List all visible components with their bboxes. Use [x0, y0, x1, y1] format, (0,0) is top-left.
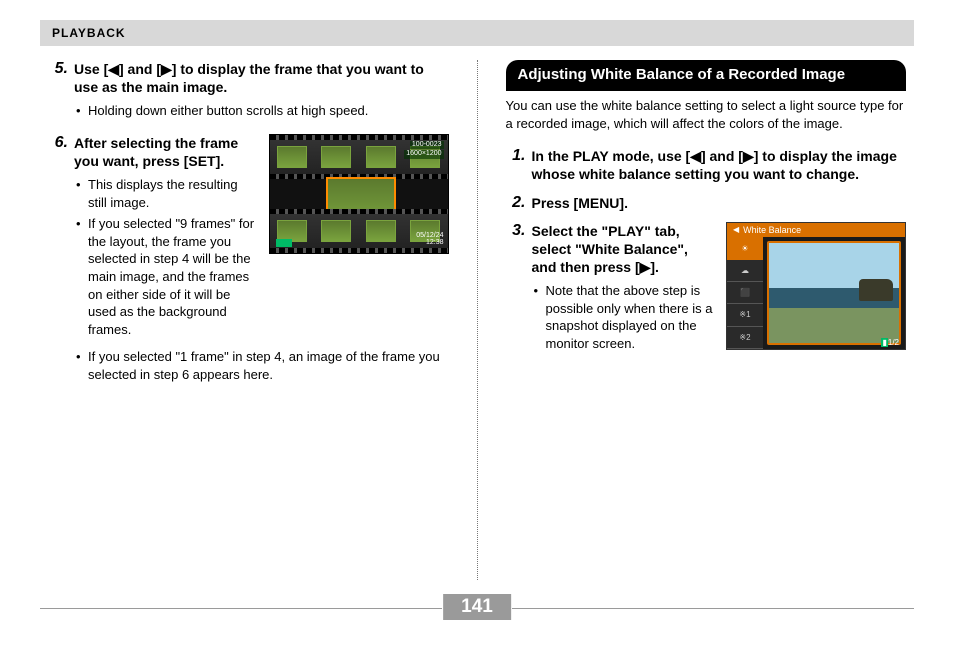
wb-titlebar: ◀ White Balance: [727, 223, 905, 237]
wb-title-text: White Balance: [743, 225, 801, 235]
bullet: Holding down either button scrolls at hi…: [74, 102, 449, 120]
step-number: 3.: [506, 222, 526, 357]
wb-item-sun-icon: ☀: [727, 237, 763, 260]
step-5-lead: Use [◀] and [▶] to display the frame tha…: [74, 60, 449, 96]
step-6: 6. After selecting the frame you want, p…: [48, 134, 449, 387]
step-3-bullets: Note that the above step is possible onl…: [532, 282, 715, 352]
thumb: [366, 146, 396, 168]
right-column: Adjusting White Balance of a Recorded Im…: [478, 60, 915, 580]
page-number-bar: 141: [40, 594, 914, 622]
left-column: 5. Use [◀] and [▶] to display the frame …: [40, 60, 478, 580]
section-title: Adjusting White Balance of a Recorded Im…: [506, 60, 907, 91]
bullet: If you selected "1 frame" in step 4, an …: [74, 348, 449, 383]
preview-rock-shape: [859, 279, 893, 301]
step-5-bullets: Holding down either button scrolls at hi…: [74, 102, 449, 120]
bullet: Note that the above step is possible onl…: [532, 282, 715, 352]
time-text: 12:38: [426, 239, 444, 246]
step-number: 1.: [506, 147, 526, 183]
step-1-lead: In the PLAY mode, use [◀] and [▶] to dis…: [532, 147, 907, 183]
section-header-bar: PLAYBACK: [40, 20, 914, 46]
wb-menu: ☀ ☁ ⬛ ※1 ※2: [727, 237, 763, 349]
two-column-layout: 5. Use [◀] and [▶] to display the frame …: [40, 60, 914, 580]
thumb: [321, 146, 351, 168]
section-intro: You can use the white balance setting to…: [506, 97, 907, 133]
thumb: [277, 146, 307, 168]
hud-info: 100-0023 1600×1200: [404, 141, 443, 160]
step-3: 3. Select the "PLAY" tab, select "White …: [506, 222, 907, 357]
file-number: 100-0023: [410, 141, 444, 149]
step-6-bullets-narrow: This displays the resulting still image.…: [74, 176, 257, 338]
wb-item-fluor1-icon: ※1: [727, 304, 763, 326]
step-6-bullets-full: If you selected "1 frame" in step 4, an …: [74, 348, 449, 383]
camera-screenshot-whitebalance: ◀ White Balance ☀ ☁ ⬛ ※1 ※2: [726, 222, 906, 350]
bullet: If you selected "9 frames" for the layou…: [74, 215, 257, 338]
battery-icon: [276, 239, 292, 247]
date-text: 05/12/24: [416, 232, 443, 239]
page: PLAYBACK 5. Use [◀] and [▶] to display t…: [0, 0, 954, 646]
page-fraction: 1/2: [888, 338, 899, 347]
page-number: 141: [443, 594, 511, 620]
page-indicator: ▮1/2: [881, 338, 899, 347]
wb-item-cloud-icon: ☁: [727, 260, 763, 282]
camera-screenshot-filmstrip: 100-0023 1600×1200 05/12/24 12:38: [269, 134, 449, 254]
step-number: 5.: [48, 60, 68, 124]
wb-item-shade-icon: ⬛: [727, 282, 763, 304]
wb-preview-image: [767, 241, 901, 345]
bullet: This displays the resulting still image.: [74, 176, 257, 211]
wb-item-fluor2-icon: ※2: [727, 327, 763, 349]
date-time: 05/12/24 12:38: [416, 232, 443, 247]
step-number: 2.: [506, 194, 526, 212]
step-1: 1. In the PLAY mode, use [◀] and [▶] to …: [506, 147, 907, 183]
step-6-lead: After selecting the frame you want, pres…: [74, 134, 257, 170]
thumb: [366, 220, 396, 242]
step-2: 2. Press [MENU].: [506, 194, 907, 212]
step-number: 6.: [48, 134, 68, 387]
triangle-left-icon: ◀: [733, 225, 739, 234]
section-header-text: PLAYBACK: [52, 26, 126, 40]
step-5: 5. Use [◀] and [▶] to display the frame …: [48, 60, 449, 124]
step-3-lead: Select the "PLAY" tab, select "White Bal…: [532, 222, 715, 277]
step-2-lead: Press [MENU].: [532, 194, 907, 212]
thumb: [321, 220, 351, 242]
image-size: 1600×1200: [404, 150, 443, 158]
